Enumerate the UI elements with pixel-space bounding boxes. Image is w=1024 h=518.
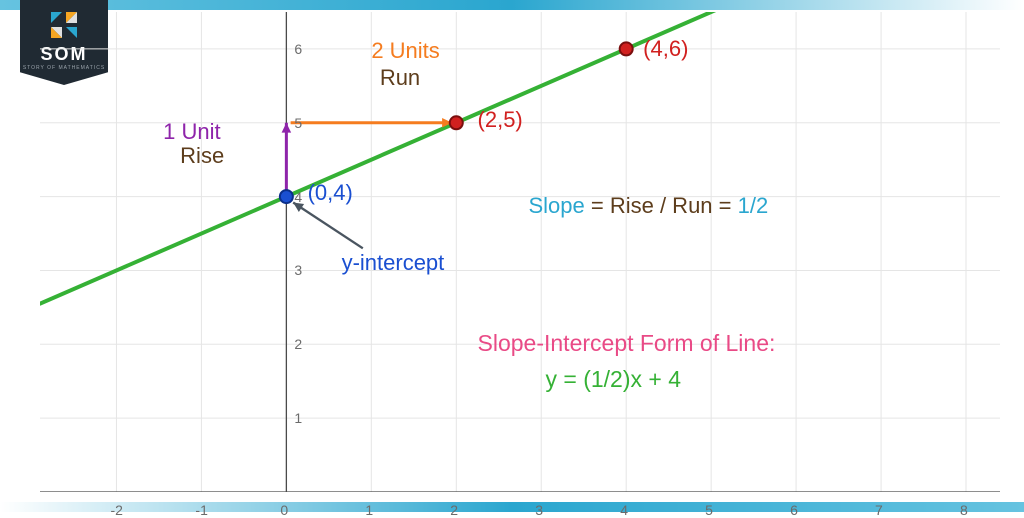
top-accent-bar: [0, 0, 1024, 10]
run-units-label: 2 Units: [371, 38, 439, 64]
bottom-accent-bar: [0, 502, 1024, 512]
y-tick: 4: [294, 189, 302, 205]
y-intercept-label: y-intercept: [342, 250, 445, 276]
point-2-5-label: (2,5): [478, 107, 523, 133]
y-tick: 6: [294, 41, 302, 57]
x-tick: 6: [790, 502, 798, 518]
point-4-6-label: (4,6): [643, 36, 688, 62]
slope-value: 1/2: [738, 193, 769, 218]
rise-units-label: 1 Unit: [163, 119, 220, 145]
rise-word-label: Rise: [180, 143, 224, 169]
slope-word: Slope: [528, 193, 584, 218]
x-tick: 7: [875, 502, 883, 518]
slope-equation-label: Slope = Rise / Run = 1/2: [528, 193, 768, 219]
point-0-4-label: (0,4): [308, 180, 353, 206]
y-tick: 1: [294, 410, 302, 426]
x-tick: -2: [110, 502, 122, 518]
x-tick: 5: [705, 502, 713, 518]
line-equation-label: y = (1/2)x + 4: [545, 366, 681, 393]
x-tick: 8: [960, 502, 968, 518]
form-title-label: Slope-Intercept Form of Line:: [478, 330, 776, 357]
x-tick: 1: [365, 502, 373, 518]
y-tick: 2: [294, 336, 302, 352]
x-tick: 3: [535, 502, 543, 518]
slope-middle: = Rise / Run =: [585, 193, 738, 218]
x-tick: 0: [280, 502, 288, 518]
x-tick: 2: [450, 502, 458, 518]
y-tick: 5: [294, 115, 302, 131]
run-word-label: Run: [380, 65, 420, 91]
x-tick: -1: [195, 502, 207, 518]
graph-plot: [40, 12, 1000, 492]
x-tick: 4: [620, 502, 628, 518]
y-tick: 3: [294, 262, 302, 278]
